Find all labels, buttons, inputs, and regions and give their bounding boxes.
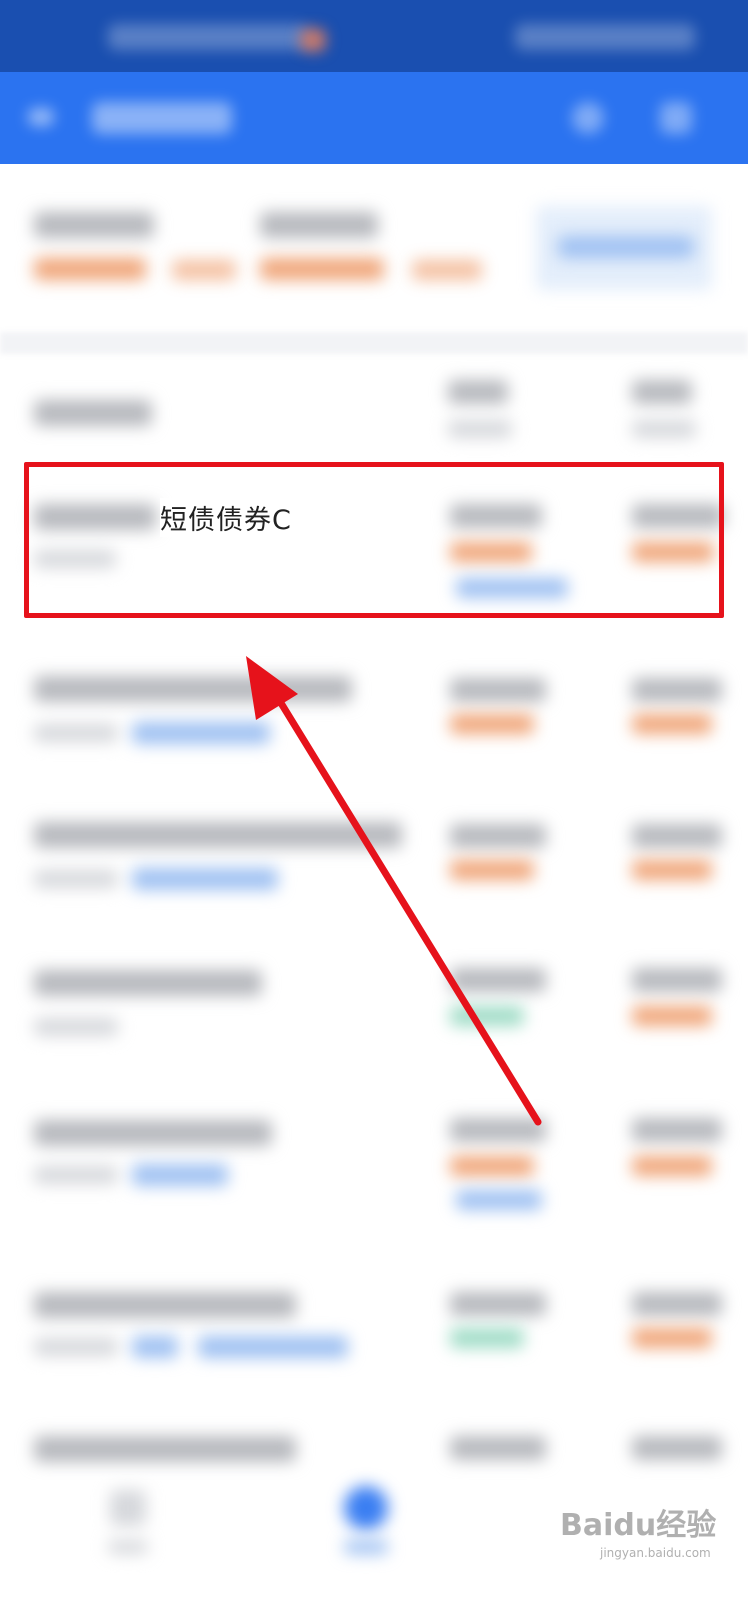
row-acc <box>632 1292 722 1316</box>
table-row[interactable] <box>0 650 748 770</box>
table-row[interactable] <box>0 1414 748 1484</box>
row-code <box>34 1018 118 1036</box>
header-col-1[interactable] <box>448 380 508 404</box>
menu-icon[interactable] <box>656 98 696 138</box>
summary-label-2 <box>260 212 378 238</box>
row-acc <box>632 1436 722 1460</box>
row-acc-change <box>632 860 712 880</box>
header-name <box>34 400 152 426</box>
row-acc <box>632 678 722 702</box>
row-tag-2 <box>456 1190 542 1210</box>
search-icon[interactable] <box>568 98 608 138</box>
highlight-box <box>24 462 724 618</box>
page-title-blur <box>92 102 232 134</box>
table-row[interactable] <box>0 796 748 916</box>
table-row[interactable] <box>0 940 748 1070</box>
header-col-2[interactable] <box>632 380 692 404</box>
row-code <box>34 724 118 742</box>
row-change <box>450 1156 534 1176</box>
row-acc-change <box>632 714 712 734</box>
summary-button-label <box>558 236 694 258</box>
summary-value-1 <box>34 258 146 280</box>
row-change <box>450 860 534 880</box>
summary-label-1 <box>34 212 154 238</box>
table-row[interactable] <box>0 1090 748 1240</box>
row-tag-2 <box>198 1336 348 1358</box>
row-code <box>34 1338 118 1356</box>
row-change <box>450 714 534 734</box>
row-name <box>34 1120 272 1146</box>
row-value <box>450 678 546 702</box>
summary-change-2 <box>412 260 482 280</box>
watermark-site: jingyan.baidu.com <box>600 1546 711 1560</box>
row-code <box>34 1166 118 1184</box>
row-value <box>450 1118 546 1142</box>
row-tag <box>132 722 270 744</box>
nav-home-icon[interactable] <box>110 1490 146 1526</box>
app-bar <box>0 72 748 164</box>
nav-home-label <box>108 1540 148 1554</box>
status-icons <box>515 24 695 50</box>
row-acc <box>632 1118 722 1142</box>
nav-fund-icon[interactable] <box>344 1486 388 1530</box>
watermark-logo: Baidu经验 <box>560 1508 717 1543</box>
row-value <box>450 824 546 848</box>
back-arrow-icon[interactable] <box>28 102 58 132</box>
row-name <box>34 676 352 702</box>
row-name <box>34 1292 296 1318</box>
row-acc-change <box>632 1328 712 1348</box>
row-tag <box>132 1164 228 1186</box>
row-change <box>450 1006 524 1026</box>
row-name <box>34 822 402 848</box>
nav-fund-label <box>344 1540 388 1554</box>
row-value <box>450 1436 546 1460</box>
row-acc <box>632 824 722 848</box>
table-row[interactable] <box>0 1264 748 1394</box>
summary-change-1 <box>172 260 236 280</box>
row-name <box>34 1436 296 1462</box>
row-value <box>450 968 546 992</box>
row-tag <box>132 1336 178 1358</box>
row-acc-change <box>632 1156 712 1176</box>
row-tag <box>132 868 278 890</box>
row-change <box>450 1328 524 1348</box>
row-code <box>34 870 118 888</box>
status-bar <box>0 0 748 72</box>
status-badge <box>300 28 326 52</box>
row-name <box>34 970 262 996</box>
header-col-1-sub <box>448 420 512 438</box>
summary-value-2 <box>260 258 384 280</box>
table-header <box>0 370 748 450</box>
section-divider <box>0 332 748 354</box>
row-acc-change <box>632 1006 712 1026</box>
status-blur <box>108 24 308 50</box>
header-col-2-sub <box>632 420 696 438</box>
row-value <box>450 1292 546 1316</box>
row-acc <box>632 968 722 992</box>
summary-section <box>0 178 748 318</box>
